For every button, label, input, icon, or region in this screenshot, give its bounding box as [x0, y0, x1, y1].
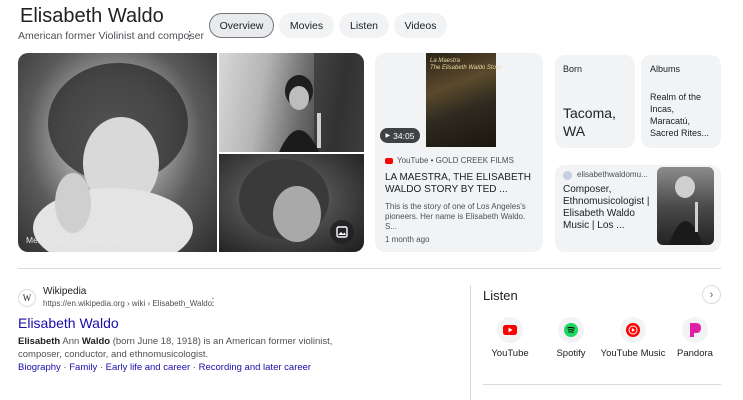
- portrait-illustration: [33, 63, 193, 252]
- sitelink-biography[interactable]: Biography: [18, 362, 61, 373]
- service-label-youtube-music[interactable]: YouTube Music: [598, 347, 668, 360]
- pandora-icon[interactable]: [682, 317, 708, 343]
- listen-heading: Listen: [483, 288, 518, 303]
- video-description: This is the story of one of Los Angeles'…: [385, 202, 526, 231]
- video-age: 1 month ago: [385, 235, 430, 244]
- globe-icon: [563, 171, 572, 180]
- video-duration-badge: ▶ 34:05: [380, 128, 420, 143]
- video-duration: 34:05: [393, 130, 415, 141]
- gallery-icon[interactable]: [330, 220, 354, 244]
- tab-listen[interactable]: Listen: [339, 13, 389, 38]
- result-snippet: Elisabeth Ann Waldo (born June 18, 1918)…: [18, 335, 378, 361]
- result-sitelinks: Biography · Family · Early life and care…: [18, 362, 311, 373]
- entity-subtitle: American former Violinist and composer: [18, 30, 204, 42]
- service-label-youtube[interactable]: YouTube: [475, 347, 545, 360]
- sitelink-separator: ·: [190, 362, 199, 373]
- website-title[interactable]: Composer, Ethnomusicologist | Elisabeth …: [563, 184, 653, 232]
- panel-divider: [470, 285, 471, 400]
- website-domain: elisabethwaldomu...: [577, 170, 648, 179]
- service-label-spotify[interactable]: Spotify: [536, 347, 606, 360]
- website-thumbnail[interactable]: [657, 167, 714, 245]
- sitelink-separator: ·: [97, 362, 106, 373]
- sitelink-recording[interactable]: Recording and later career: [199, 362, 311, 373]
- wikipedia-icon: W: [18, 289, 36, 307]
- snippet-name-first: Elisabeth: [18, 336, 61, 347]
- snippet-name-last: Waldo: [81, 336, 111, 347]
- tab-overview[interactable]: Overview: [209, 13, 274, 38]
- born-label: Born: [563, 64, 583, 74]
- video-title[interactable]: LA MAESTRA, THE ELISABETH WALDO STORY BY…: [385, 172, 535, 196]
- albums-value: Realm of the Incas, Maracatú, Sacred Rit…: [650, 92, 710, 138]
- result-title-link[interactable]: Elisabeth Waldo: [18, 315, 119, 331]
- tab-videos[interactable]: Videos: [394, 13, 447, 38]
- result-url[interactable]: https://en.wikipedia.org › wiki › Elisab…: [43, 299, 212, 308]
- image-credit-caption: Memórias Cinematográficas: [26, 235, 132, 245]
- youtube-music-icon[interactable]: [620, 317, 646, 343]
- service-label-pandora[interactable]: Pandora: [660, 347, 730, 360]
- sitelink-early-life[interactable]: Early life and career: [106, 362, 190, 373]
- result-more-options-icon[interactable]: ⋮: [208, 297, 218, 308]
- violinist-illustration: [279, 53, 364, 152]
- violinist-photo[interactable]: [219, 53, 364, 152]
- portrait-photo-main[interactable]: [18, 53, 217, 252]
- website-thumbnail-illustration: [669, 176, 703, 245]
- video-source: YouTube • GOLD CREEK FILMS: [385, 156, 514, 165]
- listen-divider: [483, 384, 721, 385]
- born-value: Tacoma, WA: [563, 105, 616, 139]
- result-site-name[interactable]: Wikipedia: [43, 286, 86, 297]
- spotify-icon[interactable]: [558, 317, 584, 343]
- video-source-text: YouTube • GOLD CREEK FILMS: [397, 156, 514, 165]
- more-options-icon[interactable]: ⋮: [184, 29, 195, 42]
- chevron-right-icon[interactable]: ›: [702, 285, 721, 304]
- albums-label: Albums: [650, 64, 681, 74]
- youtube-icon[interactable]: [497, 317, 523, 343]
- section-divider: [18, 268, 721, 269]
- tab-movies[interactable]: Movies: [279, 13, 334, 38]
- play-icon: ▶: [385, 133, 391, 139]
- video-thumbnail-title: La Maestra The Elisabeth Waldo Story: [430, 58, 501, 71]
- snippet-middle-name: Ann: [60, 336, 82, 347]
- sitelink-family[interactable]: Family: [69, 362, 97, 373]
- entity-title: Elisabeth Waldo: [20, 5, 164, 27]
- sitelink-separator: ·: [60, 362, 70, 373]
